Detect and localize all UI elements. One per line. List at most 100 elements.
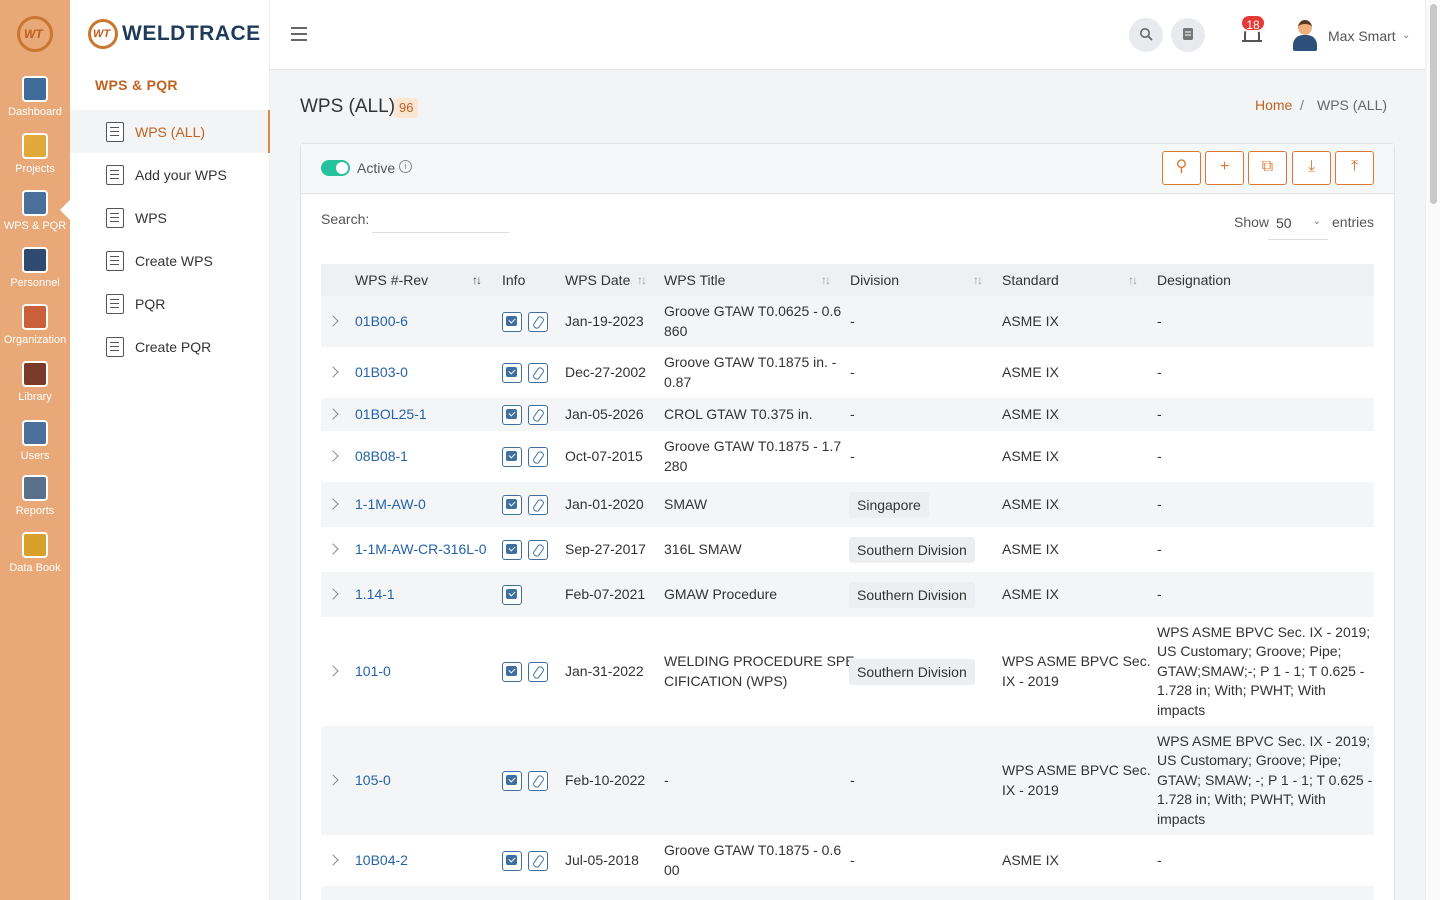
approve-checkbox-icon[interactable]: [502, 494, 522, 515]
hamburger-menu-icon[interactable]: [291, 27, 307, 41]
active-pointer: [60, 200, 70, 220]
column-header-standard[interactable]: Standard: [1002, 272, 1059, 288]
attachment-icon[interactable]: [528, 661, 548, 682]
approve-checkbox-icon[interactable]: [502, 539, 522, 560]
search-button[interactable]: ⚲: [1162, 151, 1201, 185]
attachment-icon[interactable]: [528, 446, 548, 467]
wps-number-link[interactable]: 1.14-1: [355, 585, 395, 605]
approve-checkbox-icon[interactable]: [502, 770, 522, 791]
download-button[interactable]: ⤓: [1292, 151, 1331, 185]
submenu-item-add-your-wps[interactable]: Add your WPS: [70, 153, 270, 196]
submenu-item-wps-all[interactable]: WPS (ALL): [70, 110, 270, 153]
chevron-down-icon[interactable]: ⌄: [1402, 30, 1410, 41]
expand-chevron-icon[interactable]: [327, 314, 339, 327]
global-search-button[interactable]: [1129, 18, 1163, 52]
sort-icon[interactable]: ↑↓: [973, 273, 983, 287]
wps-number-link[interactable]: 105-0: [355, 771, 391, 791]
search-input[interactable]: [372, 207, 509, 233]
rail-item-label: Library: [18, 391, 52, 403]
approve-checkbox-icon[interactable]: [502, 446, 522, 467]
notes-button[interactable]: [1171, 18, 1205, 52]
rail-item-data-book[interactable]: Data Book: [0, 532, 70, 574]
submenu-item-label: Add your WPS: [135, 166, 227, 183]
approve-checkbox-icon[interactable]: [502, 850, 522, 871]
column-header-wps-rev[interactable]: WPS #-Rev: [355, 272, 428, 288]
page-size-select[interactable]: 50 ⌄: [1268, 208, 1328, 240]
expand-chevron-icon[interactable]: [327, 853, 339, 866]
expand-chevron-icon[interactable]: [327, 407, 339, 420]
attachment-icon[interactable]: [528, 311, 548, 332]
expand-chevron-icon[interactable]: [327, 773, 339, 786]
page-scrollbar[interactable]: [1425, 0, 1440, 900]
wps-number-link[interactable]: 101-0: [355, 662, 391, 682]
table-row: 01BOL25-1 Jan-05-2026 CROL GTAW T0.375 in.…: [321, 398, 1374, 431]
submenu-item-create-wps[interactable]: Create WPS: [70, 239, 270, 282]
submenu-item-create-pqr[interactable]: Create PQR: [70, 325, 270, 368]
table-header: WPS #-Rev ↑↓ Info WPS Date ↑↓ WPS Title ↑↓ Divi…: [321, 264, 1374, 296]
attachment-icon[interactable]: [528, 494, 548, 515]
table-row: 1.14-1 Feb-07-2021 GMAW Procedure ASME IX - S…: [321, 572, 1374, 617]
rail-item-organization[interactable]: Organization: [0, 304, 70, 346]
wps-title: -: [664, 771, 669, 788]
approve-checkbox-icon[interactable]: [502, 661, 522, 682]
upload-button[interactable]: ⤒: [1335, 151, 1374, 185]
attachment-icon[interactable]: [528, 770, 548, 791]
rail-item-personnel[interactable]: Personnel: [0, 247, 70, 289]
submenu-item-label: Create PQR: [135, 338, 212, 355]
designation: -: [1157, 447, 1162, 464]
document-gear-icon: [22, 190, 48, 216]
info-icon[interactable]: i: [399, 160, 412, 173]
wps-number-link[interactable]: 01B00-6: [355, 312, 408, 332]
rail-item-users[interactable]: Users: [0, 420, 70, 462]
wps-number-link[interactable]: 1-1M-AW-CR-316L-0: [355, 540, 486, 560]
user-avatar[interactable]: [1292, 20, 1318, 52]
submenu-item-wps[interactable]: WPS: [70, 196, 270, 239]
rail-item-dashboard[interactable]: Dashboard: [0, 76, 70, 118]
folder-gear-icon: [22, 133, 48, 159]
chevron-down-icon: ⌄: [1312, 216, 1321, 227]
attachment-icon[interactable]: [528, 539, 548, 560]
expand-chevron-icon[interactable]: [327, 542, 339, 555]
column-header-designation[interactable]: Designation: [1157, 272, 1231, 288]
table-row: 1-1M-AW-CR-316L-0 Sep-27-2017 316L SMAW ASM…: [321, 527, 1374, 572]
wps-number-link[interactable]: 10B04-2: [355, 851, 408, 871]
submenu-item-pqr[interactable]: PQR: [70, 282, 270, 325]
sort-icon[interactable]: ↑↓: [472, 273, 482, 287]
expand-chevron-icon[interactable]: [327, 664, 339, 677]
column-header-wps-date[interactable]: WPS Date: [565, 272, 630, 288]
approve-checkbox-icon[interactable]: [502, 584, 522, 605]
column-header-wps-title[interactable]: WPS Title: [664, 272, 725, 288]
rail-item-library[interactable]: Library: [0, 361, 70, 403]
approve-checkbox-icon[interactable]: [502, 311, 522, 332]
approve-checkbox-icon[interactable]: [502, 404, 522, 425]
expand-chevron-icon[interactable]: [327, 587, 339, 600]
column-header-division[interactable]: Division: [850, 272, 899, 288]
expand-chevron-icon[interactable]: [327, 497, 339, 510]
attachment-icon[interactable]: [528, 404, 548, 425]
wps-number-link[interactable]: 08B08-1: [355, 447, 408, 467]
sort-icon[interactable]: ↑↓: [637, 273, 647, 287]
attachment-icon[interactable]: [528, 362, 548, 383]
sort-icon[interactable]: ↑↓: [821, 273, 831, 287]
submenu-item-label: WPS: [135, 209, 167, 226]
weldtrace-logo-icon[interactable]: [17, 16, 53, 52]
wps-number-link[interactable]: 01BOL25-1: [355, 405, 427, 425]
rail-item-projects[interactable]: Projects: [0, 133, 70, 175]
add-button[interactable]: +: [1205, 151, 1244, 185]
expand-chevron-icon[interactable]: [327, 365, 339, 378]
sort-icon[interactable]: ↑↓: [1128, 273, 1138, 287]
standard: IX - 2019: [1002, 781, 1059, 798]
brand-logo[interactable]: WELDTRACE: [88, 18, 261, 50]
active-toggle[interactable]: [321, 160, 350, 176]
breadcrumb-home-link[interactable]: Home: [1255, 97, 1292, 113]
approve-checkbox-icon[interactable]: [502, 362, 522, 383]
user-name[interactable]: Max Smart: [1328, 28, 1396, 44]
wps-number-link[interactable]: 01B03-0: [355, 363, 408, 383]
column-header-info[interactable]: Info: [502, 272, 525, 288]
rail-item-reports[interactable]: Reports: [0, 475, 70, 517]
copy-button[interactable]: ⧉: [1248, 151, 1287, 185]
scrollbar-thumb[interactable]: [1430, 4, 1437, 204]
wps-number-link[interactable]: 1-1M-AW-0: [355, 495, 426, 515]
expand-chevron-icon[interactable]: [327, 449, 339, 462]
attachment-icon[interactable]: [528, 850, 548, 871]
